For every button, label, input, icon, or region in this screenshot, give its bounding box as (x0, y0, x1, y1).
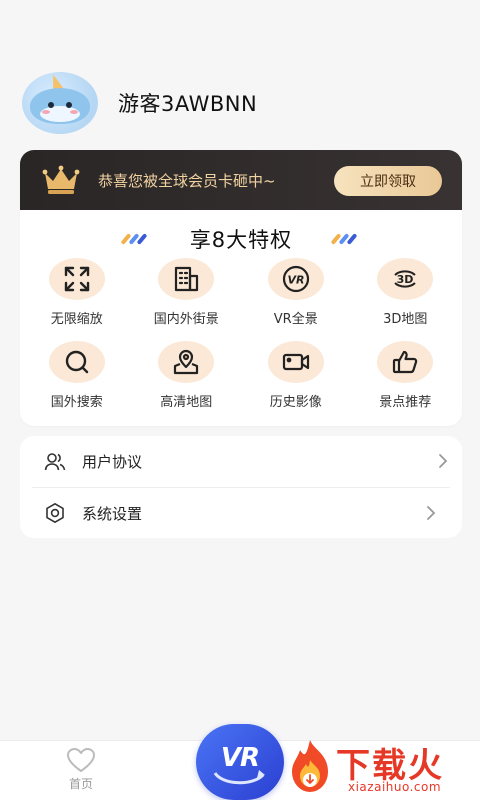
claim-now-button[interactable]: 立即领取 (334, 166, 442, 196)
users-icon (44, 452, 66, 470)
watermark: 下载火 xiazaihuo.com (284, 736, 480, 800)
feature-street-view[interactable]: 国内外街景 (132, 258, 242, 327)
watermark-subtitle: xiazaihuo.com (348, 780, 442, 794)
whale-cheek (42, 110, 50, 114)
feature-icon-bg: 3D (377, 258, 434, 300)
feature-hd-map[interactable]: 高清地图 (132, 341, 242, 410)
vip-banner-text: 恭喜您被全球会员卡砸中~ (98, 171, 276, 190)
chevron-right-icon (427, 506, 436, 520)
system-settings-row[interactable]: 系统设置 (32, 487, 450, 538)
heart-icon (67, 748, 95, 772)
vip-card: 恭喜您被全球会员卡砸中~ 立即领取 享8大特权 无限缩放 国内外街景 VR VR… (20, 150, 462, 426)
fullscreen-icon (64, 266, 89, 292)
building-icon (175, 266, 199, 292)
feature-label: 3D地图 (383, 312, 428, 327)
feature-label: 历史影像 (269, 395, 322, 410)
vip-banner: 恭喜您被全球会员卡砸中~ 立即领取 (20, 150, 462, 210)
tab-home[interactable]: 首页 (60, 747, 102, 792)
flame-logo-icon (292, 740, 328, 792)
feature-3d-map[interactable]: 3D 3D地图 (351, 258, 461, 327)
decoration-icon (120, 233, 150, 245)
row-label: 系统设置 (82, 504, 143, 523)
whale-eye (66, 102, 72, 108)
gear-icon (46, 503, 64, 523)
whale-cheek (70, 110, 78, 114)
decoration-icon (330, 233, 360, 245)
privileges-title: 享8大特权 (189, 228, 293, 252)
vr-icon: VR (282, 265, 309, 293)
vr-label: VR (220, 743, 260, 773)
whale-eye (48, 102, 54, 108)
svg-text:3D: 3D (397, 273, 414, 286)
3d-icon: 3D (394, 270, 416, 288)
feature-label: 景点推荐 (379, 395, 432, 410)
settings-card: 用户协议 系统设置 (20, 436, 462, 538)
feature-label: 国外搜索 (50, 395, 103, 410)
video-camera-icon (282, 353, 309, 371)
privileges-header: 享8大特权 (20, 224, 462, 254)
feature-icon-bg: VR (267, 258, 324, 300)
feature-icon-bg (48, 341, 105, 383)
feature-icon-bg (48, 258, 105, 300)
feature-label: 国内外街景 (153, 312, 219, 327)
vr-center-button[interactable]: VR (196, 724, 284, 800)
profile-header[interactable]: 游客3AWBNN (22, 72, 257, 134)
feature-unlimited-zoom[interactable]: 无限缩放 (22, 258, 132, 327)
svg-text:VR: VR (287, 274, 304, 287)
feature-icon-bg (267, 341, 324, 383)
map-pin-icon (174, 349, 199, 375)
feature-label: VR全景 (273, 312, 318, 327)
whale-belly (40, 106, 80, 122)
crown-icon (42, 165, 80, 194)
feature-label: 高清地图 (160, 395, 213, 410)
chevron-right-icon (439, 454, 448, 468)
feature-icon-bg (377, 341, 434, 383)
feature-vr-panorama[interactable]: VR VR全景 (241, 258, 351, 327)
feature-historical-imagery[interactable]: 历史影像 (241, 341, 351, 410)
tab-home-label: 首页 (68, 777, 93, 791)
row-label: 用户协议 (82, 453, 143, 471)
search-icon (65, 350, 88, 374)
feature-scenic-recommend[interactable]: 景点推荐 (351, 341, 461, 410)
feature-icon-bg (158, 258, 215, 300)
feature-icon-bg (158, 341, 215, 383)
privileges-grid: 无限缩放 国内外街景 VR VR全景 3D 3D地图 国外搜索 高清地图 历史影… (20, 258, 462, 410)
username: 游客3AWBNN (118, 92, 258, 116)
user-agreement-row[interactable]: 用户协议 (20, 436, 462, 487)
feature-label: 无限缩放 (50, 312, 103, 327)
avatar[interactable] (22, 72, 98, 134)
feature-overseas-search[interactable]: 国外搜索 (22, 341, 132, 410)
thumbs-up-icon (393, 350, 418, 374)
